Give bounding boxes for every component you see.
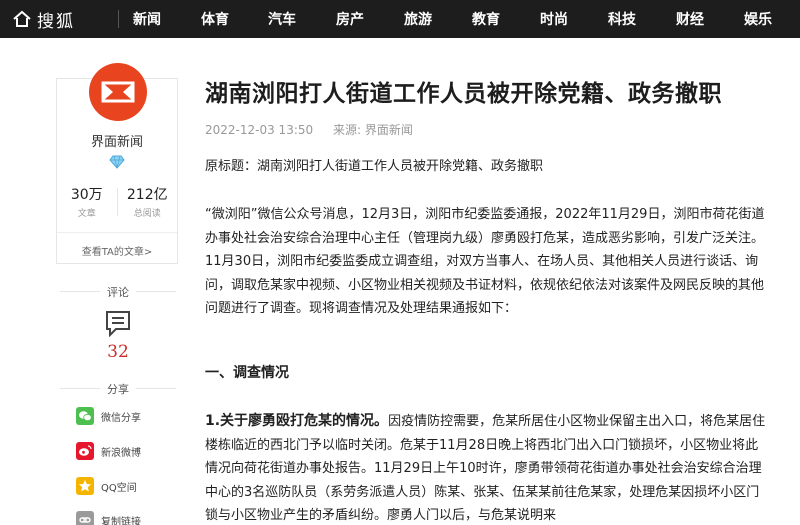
articles-count: 30万 [70,187,103,203]
article-source[interactable]: 来源: 界面新闻 [333,123,413,137]
article-paragraph-1: “微浏阳”微信公众号消息，12月3日，浏阳市纪委监委通报，2022年11月29日… [205,207,765,316]
author-name[interactable]: 界面新闻 [57,131,177,150]
share-qzone-label: QQ空间 [101,482,137,494]
article-date: 2022-12-03 13:50 [205,123,314,137]
jiemian-logo-icon [101,81,135,103]
nav-item-fashion[interactable]: 时尚 [540,9,568,29]
share-qzone[interactable]: QQ空间 [76,475,137,497]
section-heading-1: 一、调查情况 [205,365,289,381]
point-1-title: 1.关于廖勇殴打危某的情况。 [205,413,389,429]
stat-articles: 30万 文章 [57,184,117,219]
views-count: 212亿 [126,187,168,203]
author-card: 界面新闻 30万 文章 212亿 总阅读 查看TA的文章> [56,63,178,264]
author-stats: 30万 文章 212亿 总阅读 [57,184,177,219]
sohu-logo-link[interactable]: 搜狐 [0,0,118,38]
article-title: 湖南浏阳打人街道工作人员被开除党籍、政务撤职 [205,81,722,107]
link-icon [76,511,94,525]
article-paragraph-2: 1.关于廖勇殴打危某的情况。因疫情防控需要，危某所居住小区物业保留主出入口，将危… [205,410,770,525]
card-divider [57,232,177,233]
nav-item-sports[interactable]: 体育 [201,9,229,29]
author-logo[interactable] [89,63,147,121]
share-copy-link[interactable]: 复制链接 [76,509,141,525]
qzone-icon [76,477,94,495]
comment-icon[interactable] [104,309,132,337]
stat-views: 212亿 总阅读 [118,184,178,219]
nav-separator [118,10,119,28]
comment-divider-left [60,291,100,292]
share-wechat[interactable]: 微信分享 [76,405,141,427]
nav-item-finance[interactable]: 财经 [676,9,704,29]
original-title: 原标题：湖南浏阳打人街道工作人员被开除党籍、政务撤职 [205,159,544,174]
share-weibo[interactable]: 新浪微博 [76,440,141,462]
comment-divider-right [136,291,176,292]
point-1-text: 因疫情防控需要，危某所居住小区物业保留主出入口，将危某居住楼栋临近的西北门予以临… [205,414,766,523]
comment-count[interactable]: 32 [96,342,140,362]
article-meta: 2022-12-03 13:50 来源: 界面新闻 [205,121,429,138]
nav-item-travel[interactable]: 旅游 [404,9,432,29]
share-divider-left [60,388,100,389]
top-nav: 搜狐 新闻 体育 汽车 房产 旅游 教育 时尚 科技 财经 娱乐 [0,0,800,38]
weibo-icon [76,442,94,460]
share-label: 分享 [107,383,129,396]
share-wechat-label: 微信分享 [101,412,141,424]
wechat-icon [76,407,94,425]
see-articles-link[interactable]: 查看TA的文章> [57,243,177,258]
nav-item-news[interactable]: 新闻 [133,9,161,29]
brand-name: 搜狐 [37,11,75,32]
nav-items: 新闻 体育 汽车 房产 旅游 教育 时尚 科技 财经 娱乐 [133,0,772,38]
nav-item-entertainment[interactable]: 娱乐 [744,9,772,29]
nav-item-education[interactable]: 教育 [472,9,500,29]
share-divider-right [136,388,176,389]
diamond-verify-icon [109,155,125,169]
nav-item-tech[interactable]: 科技 [608,9,636,29]
views-label: 总阅读 [133,209,161,219]
share-copy-link-label: 复制链接 [101,516,141,525]
nav-item-auto[interactable]: 汽车 [268,9,296,29]
comment-label: 评论 [107,286,129,299]
nav-item-house[interactable]: 房产 [336,9,364,29]
share-weibo-label: 新浪微博 [101,447,141,459]
home-icon [13,10,31,27]
articles-label: 文章 [77,209,96,219]
